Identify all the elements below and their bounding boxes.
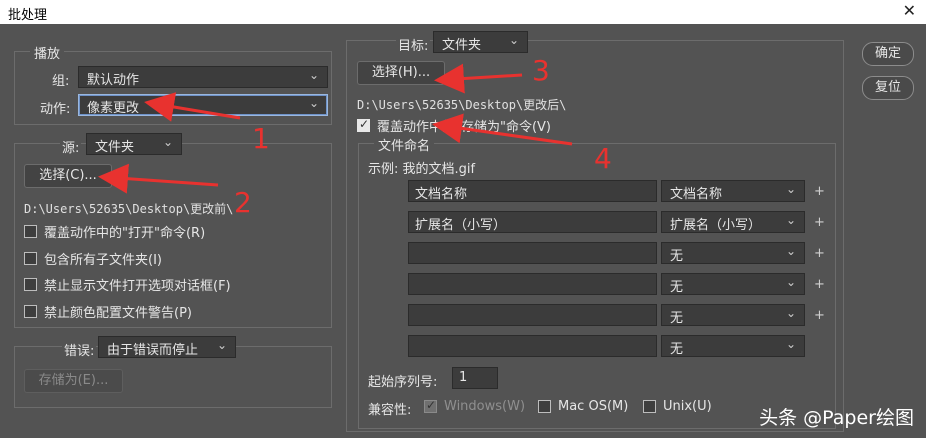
- destination-path: D:\Users\52635\Desktop\更改后\: [357, 98, 567, 112]
- source-label: 源:: [60, 137, 82, 156]
- override-save-as-label: 覆盖动作中的"存储为"命令(V): [377, 120, 551, 135]
- compat-mac-label: Mac OS(M): [558, 399, 629, 414]
- compat-unix-label: Unix(U): [663, 399, 712, 414]
- naming-select-3[interactable]: 无 ⌄: [661, 242, 805, 264]
- naming-select-4-value: 无: [670, 280, 684, 295]
- compat-label: 兼容性:: [368, 403, 412, 418]
- override-open-label: 覆盖动作中的"打开"命令(R): [44, 226, 206, 241]
- chevron-down-icon: ⌄: [308, 68, 319, 82]
- close-icon[interactable]: ✕: [903, 1, 916, 20]
- naming-field-2[interactable]: 扩展名（小写）: [408, 211, 657, 233]
- chevron-down-icon: ⌄: [508, 33, 519, 47]
- add-row-icon[interactable]: +: [814, 308, 825, 323]
- annotation-label-1: 1: [252, 122, 270, 155]
- naming-select-5-value: 无: [670, 311, 684, 326]
- naming-field-1[interactable]: 文档名称: [408, 180, 657, 202]
- annotation-label-3: 3: [532, 54, 550, 87]
- source-value: 文件夹: [95, 140, 135, 155]
- ok-button[interactable]: 确定: [862, 42, 914, 66]
- chevron-down-icon: ⌄: [785, 306, 796, 320]
- compat-windows-checkbox: Windows(W): [424, 398, 526, 414]
- checkbox-icon: [538, 400, 551, 413]
- compat-mac-checkbox[interactable]: Mac OS(M): [538, 399, 628, 414]
- annotation-label-2: 2: [234, 186, 252, 219]
- chevron-down-icon: ⌄: [785, 275, 796, 289]
- group-label: 组:: [52, 74, 70, 89]
- include-subfolders-checkbox[interactable]: 包含所有子文件夹(I): [24, 249, 162, 268]
- override-open-checkbox[interactable]: 覆盖动作中的"打开"命令(R): [24, 222, 205, 241]
- annotation-label-4: 4: [594, 142, 612, 175]
- chevron-down-icon: ⌄: [162, 135, 173, 149]
- action-label: 动作:: [40, 102, 71, 117]
- reset-button[interactable]: 复位: [862, 76, 914, 100]
- add-row-icon[interactable]: +: [814, 215, 825, 230]
- naming-select-3-value: 无: [670, 249, 684, 264]
- checkbox-icon: [424, 398, 437, 413]
- naming-field-4[interactable]: [408, 273, 657, 295]
- file-naming-legend: 文件命名: [374, 135, 435, 154]
- naming-select-6-value: 无: [670, 342, 684, 357]
- source-path: D:\Users\52635\Desktop\更改前\: [24, 202, 234, 216]
- destination-select[interactable]: 文件夹 ⌄: [433, 31, 528, 53]
- override-save-as-checkbox[interactable]: 覆盖动作中的"存储为"命令(V): [357, 116, 551, 135]
- destination-choose-button[interactable]: 选择(H)...: [357, 61, 445, 85]
- naming-select-2[interactable]: 扩展名（小写） ⌄: [661, 211, 805, 233]
- suppress-open-dialog-checkbox[interactable]: 禁止显示文件打开选项对话框(F): [24, 275, 231, 294]
- compat-windows-label: Windows(W): [444, 399, 526, 414]
- action-set-select[interactable]: 默认动作 ⌄: [78, 66, 328, 88]
- add-row-icon[interactable]: +: [814, 184, 825, 199]
- source-select[interactable]: 文件夹 ⌄: [86, 133, 182, 155]
- destination-value: 文件夹: [442, 38, 482, 53]
- compat-unix-checkbox[interactable]: Unix(U): [643, 399, 712, 414]
- add-row-icon[interactable]: +: [814, 277, 825, 292]
- window-title: 批处理: [8, 8, 48, 23]
- action-value: 像素更改: [87, 101, 140, 116]
- play-legend: 播放: [30, 43, 65, 62]
- checkbox-icon: [24, 305, 37, 318]
- chevron-down-icon: ⌄: [785, 182, 796, 196]
- add-row-icon[interactable]: +: [814, 246, 825, 261]
- watermark: 头条 @Paper绘图: [759, 407, 914, 429]
- naming-select-4[interactable]: 无 ⌄: [661, 273, 805, 295]
- destination-label: 目标:: [396, 35, 431, 54]
- suppress-open-dialog-label: 禁止显示文件打开选项对话框(F): [44, 279, 231, 294]
- errors-label: 错误:: [62, 340, 97, 359]
- chevron-down-icon: ⌄: [785, 213, 796, 227]
- chevron-down-icon: ⌄: [785, 244, 796, 258]
- checkbox-icon: [357, 117, 370, 132]
- suppress-color-warning-label: 禁止颜色配置文件警告(P): [44, 306, 192, 321]
- naming-field-3[interactable]: [408, 242, 657, 264]
- naming-select-1-value: 文档名称: [670, 187, 723, 202]
- suppress-color-warning-checkbox[interactable]: 禁止颜色配置文件警告(P): [24, 302, 192, 321]
- checkbox-icon: [643, 400, 656, 413]
- title-bar: 批处理 ✕: [0, 0, 926, 24]
- errors-value: 由于错误而停止: [107, 343, 199, 358]
- action-select[interactable]: 像素更改 ⌄: [78, 94, 328, 116]
- naming-example: 示例: 我的文档.gif: [368, 162, 476, 177]
- chevron-down-icon: ⌄: [785, 337, 796, 351]
- checkbox-icon: [24, 225, 37, 238]
- naming-select-1[interactable]: 文档名称 ⌄: [661, 180, 805, 202]
- checkbox-icon: [24, 252, 37, 265]
- naming-field-5[interactable]: [408, 304, 657, 326]
- action-set-value: 默认动作: [87, 73, 140, 88]
- naming-select-6[interactable]: 无 ⌄: [661, 335, 805, 357]
- errors-select[interactable]: 由于错误而停止 ⌄: [98, 336, 236, 358]
- source-choose-button[interactable]: 选择(C)...: [24, 164, 112, 188]
- serial-input[interactable]: 1: [452, 367, 498, 389]
- serial-label: 起始序列号:: [368, 375, 438, 390]
- chevron-down-icon: ⌄: [308, 96, 319, 110]
- naming-select-2-value: 扩展名（小写）: [670, 218, 762, 233]
- checkbox-icon: [24, 278, 37, 291]
- chevron-down-icon: ⌄: [216, 338, 227, 352]
- save-as-button[interactable]: 存储为(E)...: [24, 369, 123, 393]
- naming-field-6[interactable]: [408, 335, 657, 357]
- naming-select-5[interactable]: 无 ⌄: [661, 304, 805, 326]
- include-subfolders-label: 包含所有子文件夹(I): [44, 253, 162, 268]
